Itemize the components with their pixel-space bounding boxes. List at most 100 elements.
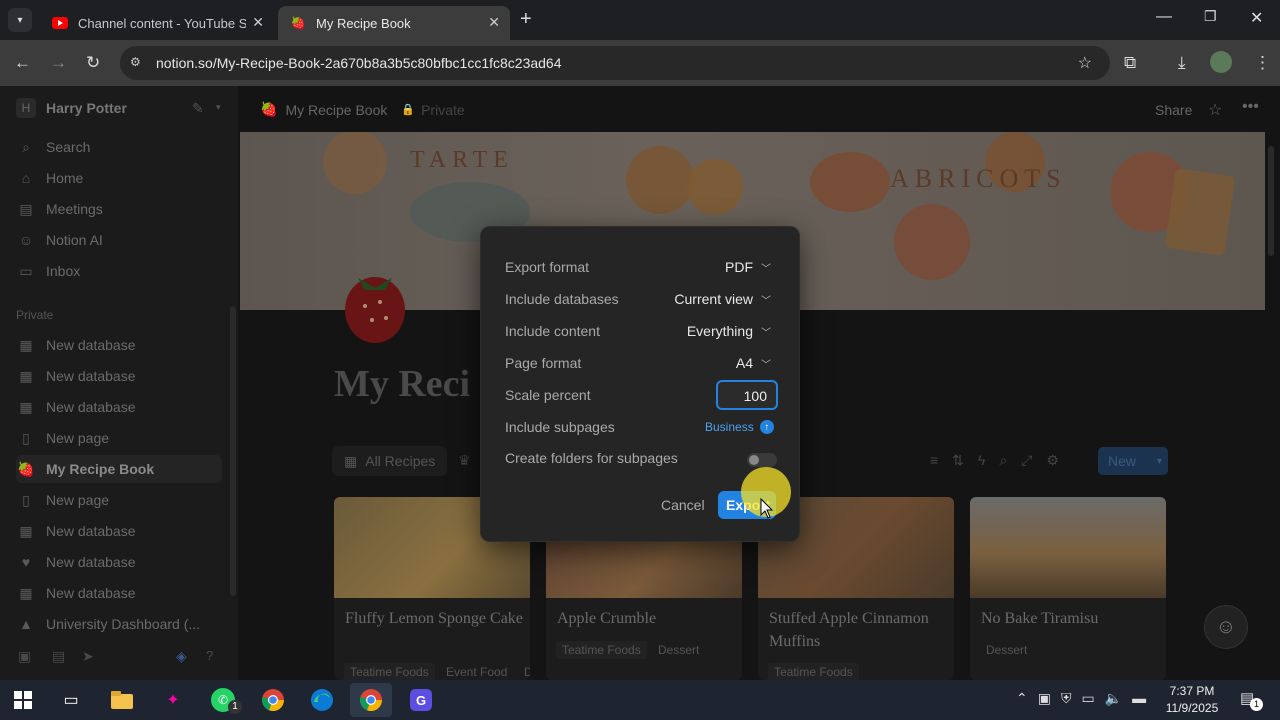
tab-my-recipe-book[interactable]: 🍓 My Recipe Book ✕ [278, 6, 510, 40]
sidebar-item-label: Home [46, 170, 84, 186]
chevron-up-icon[interactable]: ⌃ [1016, 690, 1028, 707]
back-icon[interactable]: ← [14, 53, 31, 73]
address-bar[interactable]: ⚙ notion.so/My-Recipe-Book-2a670b8a3b5c8… [120, 46, 1110, 80]
create-folders-toggle[interactable] [747, 453, 777, 467]
automation-icon[interactable]: ϟ [978, 452, 985, 469]
export-row-dropdown[interactable]: PDF ﹀ [725, 259, 771, 275]
bookmark-star-icon[interactable]: ☆ [1078, 53, 1092, 73]
strawberry-icon: 🍓 [290, 16, 306, 30]
tab-label: My Recipe Book [316, 15, 411, 31]
tag: Dessert [986, 643, 1028, 657]
more-icon[interactable]: ••• [1242, 98, 1259, 116]
view-tab-all-recipes[interactable]: ▦ All Recipes [332, 446, 448, 476]
sidebar-page-item[interactable]: ▯ New page [16, 424, 222, 452]
search-icon[interactable]: ⌕ [999, 452, 1007, 469]
sidebar-item-label: Meetings [46, 201, 103, 217]
download-icon[interactable]: ⤓ [1178, 53, 1186, 73]
sidebar-page-item[interactable]: ▦ New database [16, 362, 222, 390]
camera-icon[interactable]: ▣ [1038, 690, 1051, 707]
profile-avatar[interactable] [1210, 51, 1232, 73]
send-icon[interactable]: ➤ [82, 648, 94, 665]
close-tab-icon[interactable]: ✕ [488, 14, 500, 31]
reload-icon[interactable]: ↻ [86, 53, 100, 73]
sidebar-item-label: University Dashboard (... [46, 616, 201, 632]
task-view-icon[interactable]: ▭ [56, 686, 86, 714]
sidebar-item-label: New database [46, 399, 136, 415]
crown-icon[interactable]: ♛ [458, 452, 471, 469]
chevron-down-icon: ﹀ [761, 263, 771, 275]
marketplace-icon[interactable]: ◈ [176, 648, 187, 665]
scale-percent-input[interactable]: 100 [716, 380, 778, 410]
table-icon: ▦ [19, 584, 33, 601]
network-icon[interactable]: ▭ [1081, 690, 1094, 707]
app-icon-g[interactable]: G [406, 686, 436, 714]
heart-icon: ♥ [21, 554, 31, 570]
sidebar-page-item[interactable]: ▲ University Dashboard (... [16, 610, 222, 638]
sidebar-page-item[interactable]: ▯ New page [16, 486, 222, 514]
windows-start-icon[interactable] [8, 686, 38, 714]
clock[interactable]: 7:37 PM 11/9/2025 [1160, 683, 1224, 717]
sort-icon[interactable]: ⇅ [952, 452, 964, 469]
share-button[interactable]: Share [1155, 102, 1192, 118]
sidebar-page-item[interactable]: ▦ New database [16, 393, 222, 421]
battery-icon[interactable]: ▬ [1132, 690, 1146, 707]
settings-icon[interactable]: ⚙ [1046, 452, 1059, 469]
new-entry-button[interactable]: New ▾ [1098, 447, 1168, 475]
chevron-down-icon[interactable]: ▾ [1157, 456, 1162, 467]
calendar-icon[interactable]: ▤ [52, 648, 65, 665]
sidebar-scrollbar[interactable] [230, 306, 236, 596]
sidebar-page-item[interactable]: ▦ New database [16, 579, 222, 607]
filter-icon[interactable]: ≡ [930, 452, 938, 469]
expand-icon[interactable]: ⤢ [1021, 452, 1032, 469]
notion-ai-button[interactable]: ☺ [1204, 605, 1248, 649]
cancel-button[interactable]: Cancel [661, 497, 705, 513]
volume-icon[interactable]: 🔈 [1105, 690, 1122, 707]
file-explorer-icon[interactable] [107, 686, 137, 714]
recipe-card[interactable]: No Bake Tiramisu Dessert [970, 497, 1166, 680]
security-icon[interactable]: ⛨ [1061, 690, 1072, 707]
recipe-title: No Bake Tiramisu [981, 610, 1099, 627]
help-icon[interactable]: ? [206, 648, 213, 663]
copilot-icon[interactable]: ✦ [158, 686, 188, 714]
sidebar-page-item[interactable]: 🍓 My Recipe Book [16, 455, 222, 483]
chrome-profile-icon[interactable] [350, 683, 392, 717]
page-title[interactable]: My Reci [334, 362, 470, 406]
sidebar-item-home[interactable]: ⌂ Home [16, 164, 222, 192]
sidebar-item-meetings[interactable]: ▤ Meetings [16, 195, 222, 223]
forward-icon[interactable]: → [50, 53, 67, 73]
new-tab-button[interactable]: + [520, 8, 532, 31]
sidebar-item-notion-ai[interactable]: ☺ Notion AI [16, 226, 222, 254]
sidebar-item-search[interactable]: ⌕ Search [16, 133, 222, 161]
workspace-switcher[interactable]: H Harry Potter [16, 98, 127, 118]
export-row-dropdown[interactable]: A4 ﹀ [736, 355, 771, 371]
export-row-dropdown[interactable]: Everything ﹀ [687, 323, 771, 339]
home-icon: ⌂ [21, 170, 31, 186]
page-scrollbar[interactable] [1268, 146, 1274, 256]
chrome-icon[interactable] [258, 686, 288, 714]
export-row-dropdown[interactable]: Current view ﹀ [674, 291, 771, 307]
sidebar-page-item[interactable]: ▦ New database [16, 331, 222, 359]
close-window-icon[interactable]: ✕ [1250, 8, 1263, 28]
close-tab-icon[interactable]: ✕ [252, 14, 264, 31]
edge-icon[interactable] [307, 686, 337, 714]
favorite-star-icon[interactable]: ☆ [1208, 100, 1222, 120]
minimize-icon[interactable]: — [1156, 8, 1172, 26]
notion-mail-icon[interactable]: ▣ [18, 648, 31, 665]
extensions-icon[interactable]: ⧉ [1124, 53, 1136, 73]
business-plan-badge[interactable]: Business ↑ [705, 420, 774, 434]
sidebar-item-label: New page [46, 492, 110, 508]
sidebar-page-item[interactable]: ▦ New database [16, 517, 222, 545]
browser-menu-icon[interactable]: ⋮ [1254, 53, 1271, 73]
whatsapp-icon[interactable]: ✆ 1 [208, 686, 242, 714]
new-page-icon[interactable]: ✎ [192, 100, 204, 117]
tab-search-button[interactable]: ▾ [8, 8, 32, 32]
tab-youtube-studio[interactable]: Channel content - YouTube Stu ✕ [40, 6, 274, 40]
notification-icon[interactable]: ▤ 1 [1240, 689, 1263, 711]
sidebar-item-inbox[interactable]: ▭ Inbox [16, 257, 222, 285]
chevron-down-icon[interactable]: ▾ [216, 102, 221, 113]
breadcrumb[interactable]: 🍓 My Recipe Book 🔒 Private [260, 101, 465, 118]
sidebar-page-item[interactable]: ♥ New database [16, 548, 222, 576]
site-info-icon[interactable]: ⚙ [130, 55, 141, 69]
dropdown-value: Current view [674, 291, 753, 307]
restore-icon[interactable]: ❐ [1204, 8, 1217, 25]
